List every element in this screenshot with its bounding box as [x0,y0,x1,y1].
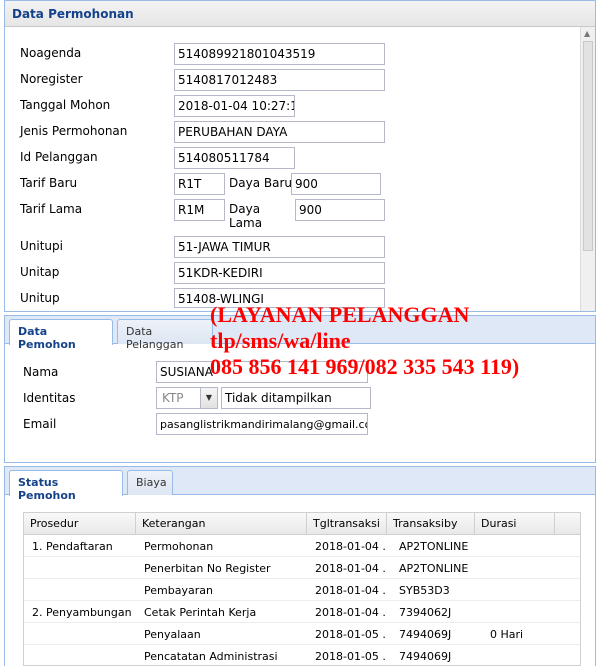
cell-durasi [484,535,554,557]
jenis-permohonan-field[interactable]: PERUBAHAN DAYA [174,121,385,143]
cell-keterangan: Permohonan [144,540,214,553]
unitap-field[interactable]: 51KDR-KEDIRI [174,262,385,284]
cell-tgltransaksi: 2018-01-05 ... [315,628,387,641]
cell-keterangan: Pencatatan Administrasi [144,650,278,663]
noagenda-label: Noagenda [20,46,82,60]
daya-lama-label-line1: Daya [229,202,261,216]
cell-prosedur [26,623,136,645]
cell-durasi: 0 Hari [490,628,524,641]
table-row[interactable]: 2. Penyambungan Cetak Perintah Kerja 201… [24,601,580,623]
cell-durasi [484,557,554,579]
id-pelanggan-label: Id Pelanggan [20,150,98,164]
status-tab-strip: Status Pemohon Biaya [5,467,595,502]
noagenda-field[interactable]: 514089921801043519 [174,43,385,65]
cell-durasi [484,601,554,623]
table-row[interactable]: Penerbitan No Register 2018-01-04 ... AP… [24,557,580,579]
tanggal-mohon-label: Tanggal Mohon [20,98,111,112]
cell-transaksiby: AP2TONLINE [399,540,469,553]
email-field[interactable]: pasanglistrikmandirimalang@gmail.com [156,413,368,435]
unitap-label: Unitap [20,265,60,279]
cell-durasi [484,645,554,665]
daya-lama-field[interactable]: 900 [295,199,385,221]
column-transaksiby[interactable]: Transaksiby [387,513,475,535]
daya-baru-field[interactable]: 900 [291,173,381,195]
tarif-baru-label: Tarif Baru [20,176,78,190]
cell-prosedur [26,557,136,579]
unitup-label: Unitup [20,291,60,305]
tanggal-mohon-field[interactable]: 2018-01-04 10:27:12 [174,95,295,117]
cell-keterangan: Penyalaan [144,628,201,641]
cell-durasi [484,579,554,601]
column-tgltransaksi[interactable]: Tgltransaksi [307,513,387,535]
table-row[interactable]: 1. Pendaftaran Permohonan 2018-01-04 ...… [24,535,580,557]
cell-transaksiby: 7494069J [399,650,452,663]
unitupi-label: Unitupi [20,239,63,253]
column-filler [555,513,580,535]
column-keterangan[interactable]: Keterangan [136,513,307,535]
promo-line-1: (LAYANAN PELANGGAN [210,302,470,327]
customer-service-overlay: (LAYANAN PELANGGAN tlp/sms/wa/line 085 8… [210,302,519,380]
noregister-label: Noregister [20,72,83,86]
panel-title: Data Permohonan [5,0,595,27]
daya-baru-label: Daya Baru [229,176,292,190]
identitas-type-select[interactable]: KTP ▼ [156,387,218,409]
tarif-lama-label: Tarif Lama [20,202,83,216]
unitupi-field[interactable]: 51-JAWA TIMUR [174,236,385,258]
cell-tgltransaksi: 2018-01-04 ... [315,606,387,619]
cell-tgltransaksi: 2018-01-04 ... [315,562,387,575]
cell-transaksiby: AP2TONLINE [399,562,469,575]
daya-lama-label-line2: Lama [229,216,263,230]
cell-prosedur [26,579,136,601]
cell-transaksiby: 7494069J [399,628,452,641]
email-label: Email [23,417,57,431]
tarif-lama-field[interactable]: R1M [174,199,225,221]
identitas-number-field[interactable]: Tidak ditampilkan [221,387,371,409]
cell-keterangan: Pembayaran [144,584,213,597]
tab-biaya[interactable]: Biaya [127,470,173,495]
cell-tgltransaksi: 2018-01-05 ... [315,650,387,663]
noregister-field[interactable]: 5140817012483 [174,69,385,91]
identitas-type-value: KTP [162,391,184,405]
id-pelanggan-field[interactable]: 514080511784 [174,147,295,169]
cell-transaksiby: 7394062J [399,606,452,619]
cell-tgltransaksi: 2018-01-04 ... [315,540,387,553]
cell-tgltransaksi: 2018-01-04 ... [315,584,387,597]
cell-keterangan: Cetak Perintah Kerja [144,606,257,619]
nama-label: Nama [23,365,59,379]
table-row[interactable]: Pencatatan Administrasi 2018-01-05 ... 7… [24,645,580,665]
vertical-scrollbar[interactable]: ▲ [580,27,595,311]
tarif-baru-field[interactable]: R1T [174,173,225,195]
arrow-up-icon[interactable]: ▲ [584,29,590,39]
column-prosedur[interactable]: Prosedur [24,513,136,535]
cell-keterangan: Penerbitan No Register [144,562,271,575]
cell-prosedur: 2. Penyambungan [32,606,132,619]
promo-line-3: 085 856 141 969/082 335 543 119) [210,354,520,379]
tab-data-pemohon[interactable]: Data Pemohon [9,319,113,351]
cell-prosedur: 1. Pendaftaran [32,540,113,553]
tab-data-pelanggan[interactable]: Data Pelanggan [117,319,213,351]
scrollbar-thumb[interactable] [583,41,593,251]
column-durasi[interactable]: Durasi [475,513,555,535]
grid-header: Prosedur Keterangan Tgltransaksi Transak… [24,513,580,535]
table-row[interactable]: Pembayaran 2018-01-04 ... SYB53D3 [24,579,580,601]
tab-status-pemohon[interactable]: Status Pemohon [9,470,123,502]
chevron-down-icon[interactable]: ▼ [200,388,217,408]
jenis-permohonan-label: Jenis Permohonan [20,124,128,138]
promo-line-2: tlp/sms/wa/line [210,328,351,353]
table-row[interactable]: Penyalaan 2018-01-05 ... 7494069J 0 Hari [24,623,580,645]
status-grid: Prosedur Keterangan Tgltransaksi Transak… [23,512,581,666]
cell-transaksiby: SYB53D3 [399,584,450,597]
cell-prosedur [26,645,136,665]
identitas-label: Identitas [23,391,76,405]
